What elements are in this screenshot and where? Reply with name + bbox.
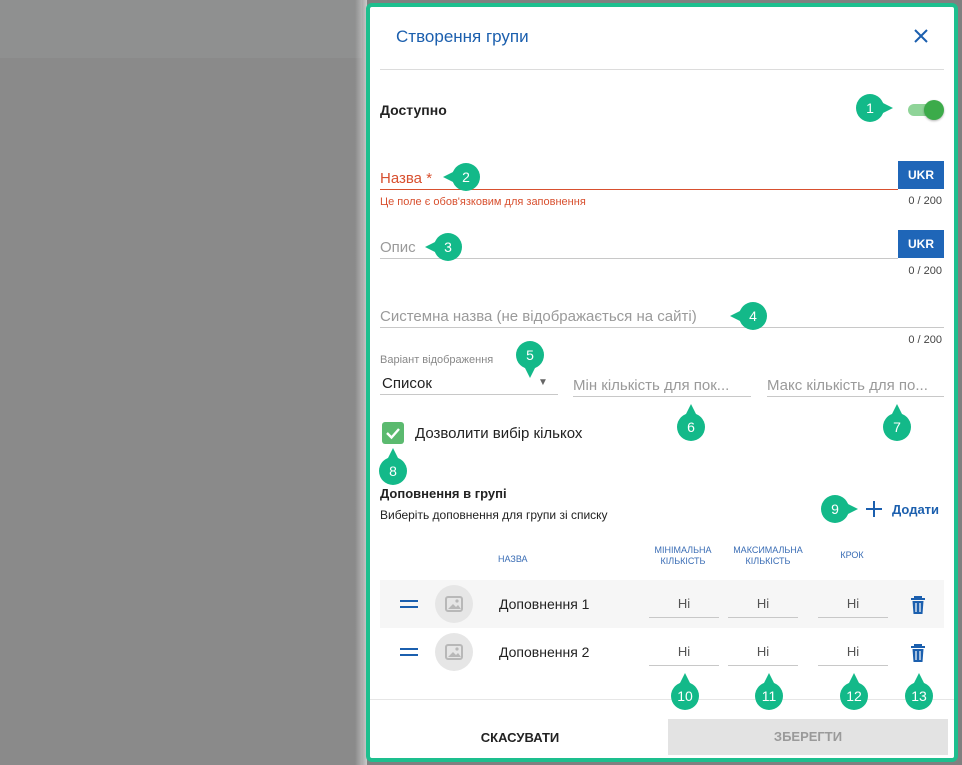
page-backdrop-header (0, 0, 362, 58)
callout-marker: 13 (905, 673, 933, 710)
addon-max-input[interactable]: Ні (728, 590, 798, 618)
callout-marker: 11 (755, 673, 783, 710)
callout-marker: 12 (840, 673, 868, 710)
display-variant-caption: Варіант відображення (380, 354, 494, 366)
name-lang-button[interactable]: UKR (898, 161, 944, 189)
addon-max-input[interactable]: Ні (728, 638, 798, 666)
max-quantity-field[interactable]: Макс кількість для по... (767, 377, 944, 394)
max-quantity-underline (767, 396, 944, 397)
name-field[interactable] (380, 189, 898, 190)
min-quantity-underline (573, 396, 751, 397)
add-addon-button[interactable]: Додати (864, 497, 939, 521)
column-header-name: НАЗВА (498, 554, 528, 564)
callout-marker: 9 (821, 495, 858, 523)
column-header-min-line2: КІЛЬКІСТЬ (660, 556, 706, 566)
callout-marker: 3 (425, 233, 462, 261)
description-counter: 0 / 200 (908, 265, 942, 277)
addon-min-input[interactable]: Ні (649, 638, 719, 666)
drag-handle-icon[interactable] (400, 598, 418, 610)
min-quantity-field[interactable]: Мін кількість для пок... (573, 377, 751, 394)
description-lang-button[interactable]: UKR (898, 230, 944, 258)
allow-multiple-label: Дозволити вибір кількох (415, 425, 583, 442)
add-addon-label: Додати (892, 501, 940, 517)
column-header-min: МІНІМАЛЬНА КІЛЬКІСТЬ (646, 545, 720, 567)
addon-step-input[interactable]: Ні (818, 638, 888, 666)
description-underline (380, 258, 898, 259)
callout-marker: 6 (677, 404, 705, 441)
dialog-title: Створення групи (396, 27, 529, 46)
save-button[interactable]: ЗБЕРЕГТИ (668, 719, 948, 755)
addon-step-input[interactable]: Ні (818, 590, 888, 618)
callout-marker: 5 (516, 341, 544, 378)
close-icon[interactable] (909, 24, 933, 48)
name-error-text: Це поле є обов'язковим для заповнення (380, 196, 586, 208)
delete-icon[interactable] (908, 594, 928, 616)
callout-marker: 1 (856, 94, 893, 122)
system-name-underline (380, 327, 944, 328)
callout-marker: 8 (379, 448, 407, 485)
callout-marker: 10 (671, 673, 699, 710)
name-field-label: Назва * (380, 170, 433, 187)
column-header-max-line1: МАКСИМАЛЬНА (733, 545, 803, 555)
toggle-thumb (924, 100, 944, 120)
addon-min-input[interactable]: Ні (649, 590, 719, 618)
available-toggle[interactable] (908, 100, 944, 120)
header-divider (380, 69, 944, 70)
table-row: Доповнення 1 Ні Ні Ні (380, 580, 944, 628)
addons-section-subtitle: Виберіть доповнення для групи зі списку (380, 508, 608, 522)
column-header-step: КРОК (840, 550, 864, 560)
image-icon (445, 644, 463, 660)
name-counter: 0 / 200 (908, 195, 942, 207)
image-icon (445, 596, 463, 612)
column-header-max-line2: КІЛЬКІСТЬ (745, 556, 791, 566)
callout-marker: 4 (730, 302, 767, 330)
addon-image-placeholder (435, 633, 473, 671)
system-name-counter: 0 / 200 (908, 334, 942, 346)
chevron-down-icon[interactable]: ▼ (538, 377, 548, 388)
create-group-dialog: Створення групи Доступно Назва * UKR Це … (366, 3, 958, 762)
addons-section-title: Доповнення в групі (380, 486, 507, 501)
column-header-max: МАКСИМАЛЬНА КІЛЬКІСТЬ (726, 545, 810, 567)
plus-icon (866, 501, 882, 517)
display-variant-underline (380, 394, 558, 395)
display-variant-select[interactable]: Список (382, 375, 432, 392)
callout-marker: 7 (883, 404, 911, 441)
callout-marker: 2 (443, 163, 480, 191)
drag-handle-icon[interactable] (400, 646, 418, 658)
table-row: Доповнення 2 Ні Ні Ні (380, 628, 944, 676)
addon-name: Доповнення 2 (499, 644, 590, 660)
cancel-button[interactable]: СКАСУВАТИ (430, 720, 610, 756)
column-header-min-line1: МІНІМАЛЬНА (654, 545, 712, 555)
addon-name: Доповнення 1 (499, 596, 590, 612)
page-backdrop (0, 0, 362, 765)
check-icon (386, 428, 400, 440)
allow-multiple-checkbox[interactable] (382, 422, 404, 444)
available-label: Доступно (380, 102, 447, 118)
delete-icon[interactable] (908, 642, 928, 664)
system-name-field[interactable]: Системна назва (не відображається на сай… (380, 308, 697, 325)
addon-image-placeholder (435, 585, 473, 623)
description-field[interactable]: Опис (380, 239, 416, 256)
